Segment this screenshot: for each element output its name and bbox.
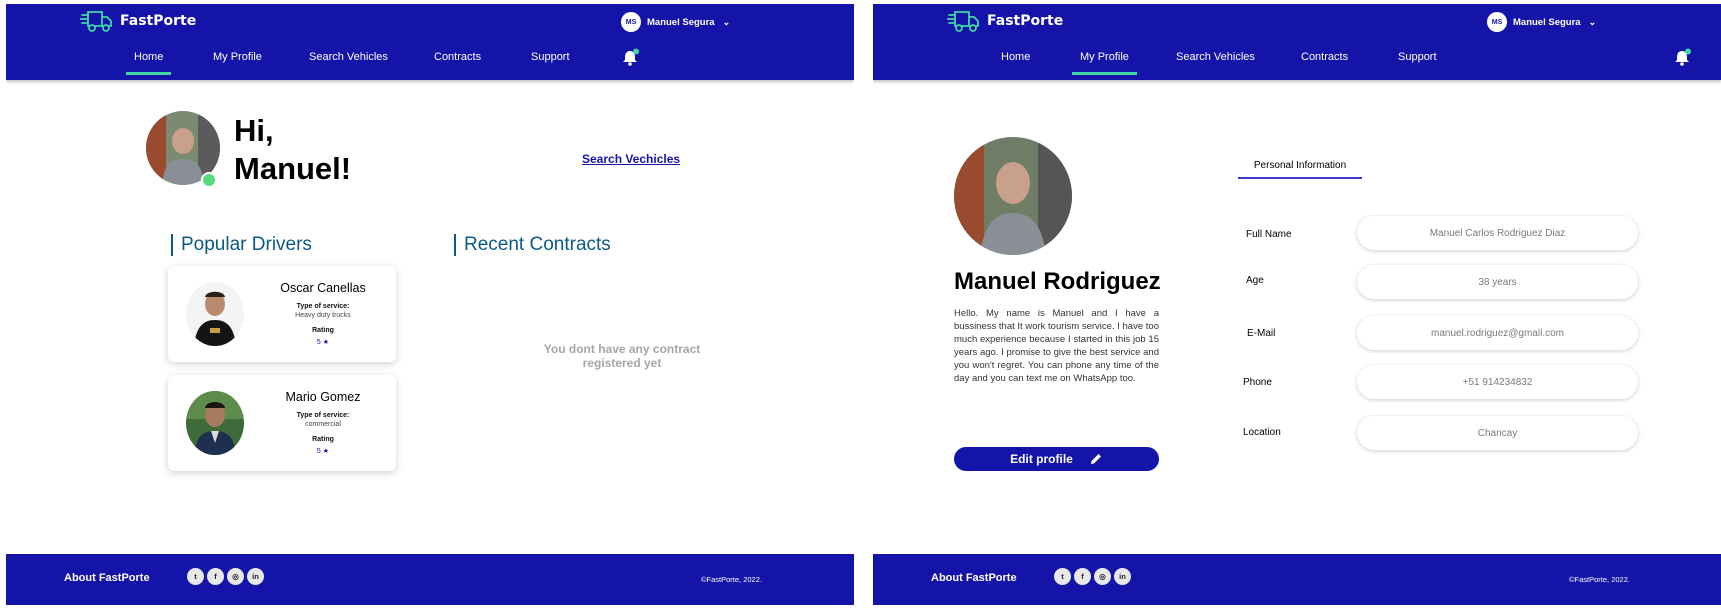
footer-about-link[interactable]: About FastPorte bbox=[931, 572, 1017, 584]
nav-home[interactable]: Home bbox=[125, 51, 172, 75]
user-menu[interactable]: MS Manuel Segura ⌄ bbox=[621, 12, 730, 32]
greeting-line-2: Manuel! bbox=[234, 151, 352, 186]
nav-contracts[interactable]: Contracts bbox=[1301, 51, 1348, 63]
user-name: Manuel Segura bbox=[1513, 16, 1581, 28]
chevron-down-icon: ⌄ bbox=[722, 16, 731, 27]
greeting-line-1: Hi, bbox=[234, 113, 274, 148]
driver-name: Oscar Canellas bbox=[280, 281, 366, 295]
service-label: Type of service: bbox=[296, 412, 350, 419]
search-vehicles-link[interactable]: Search Vechicles bbox=[582, 152, 680, 166]
twitter-icon[interactable]: t bbox=[1054, 568, 1071, 585]
facebook-icon[interactable]: f bbox=[207, 568, 224, 585]
brand-name: FastPorte bbox=[987, 13, 1064, 29]
tab-personal-information[interactable]: Personal Information bbox=[1238, 160, 1362, 179]
popular-drivers-title: Popular Drivers bbox=[171, 234, 312, 256]
footer-about-link[interactable]: About FastPorte bbox=[64, 572, 150, 584]
age-label: Age bbox=[1246, 275, 1264, 286]
phone-field[interactable]: +51 914234832 bbox=[1357, 365, 1638, 399]
social-links: t f ◎ in bbox=[187, 568, 264, 585]
nav-home[interactable]: Home bbox=[1001, 51, 1030, 63]
greeting: Hi, Manuel! bbox=[234, 112, 351, 188]
pencil-icon bbox=[1090, 454, 1101, 464]
linkedin-icon[interactable]: in bbox=[247, 568, 264, 585]
empty-message-line-2: registered yet bbox=[582, 356, 662, 370]
footer: About FastPorte t f ◎ in ©FastPorte, 202… bbox=[873, 554, 1721, 605]
copyright: ©FastPorte, 2022. bbox=[1569, 575, 1630, 584]
user-name: Manuel Segura bbox=[647, 16, 715, 28]
email-field[interactable]: manuel.rodriguez@gmail.com bbox=[1357, 316, 1638, 350]
social-links: t f ◎ in bbox=[1054, 568, 1131, 585]
copyright: ©FastPorte, 2022. bbox=[701, 575, 762, 584]
avatar: MS bbox=[621, 12, 641, 32]
rating-value: 5 ★ bbox=[263, 338, 383, 346]
linkedin-icon[interactable]: in bbox=[1114, 568, 1131, 585]
driver-card[interactable]: Mario Gomez Type of service: commercial … bbox=[168, 375, 396, 471]
user-menu[interactable]: MS Manuel Segura ⌄ bbox=[1487, 12, 1596, 32]
twitter-icon[interactable]: t bbox=[187, 568, 204, 585]
profile-bio: Hello. My name is Manuel and I have a bu… bbox=[954, 308, 1159, 384]
brand-logo[interactable]: FastPorte bbox=[947, 9, 1063, 33]
rating-number: 5 bbox=[316, 339, 321, 346]
rating-label: Rating bbox=[312, 327, 334, 334]
nav-support[interactable]: Support bbox=[1398, 51, 1437, 63]
service-label: Type of service: bbox=[296, 303, 350, 310]
nav-contracts[interactable]: Contracts bbox=[434, 51, 481, 63]
home-screen: FastPorte MS Manuel Segura ⌄ Home My Pro… bbox=[6, 4, 854, 605]
service-value: commercial bbox=[305, 421, 341, 428]
driver-name: Mario Gomez bbox=[285, 390, 361, 404]
profile-name: Manuel Rodriguez bbox=[954, 268, 1161, 295]
profile-photo bbox=[954, 137, 1072, 255]
rating-value: 5 ★ bbox=[263, 447, 383, 455]
phone-label: Phone bbox=[1243, 377, 1272, 388]
nav-support[interactable]: Support bbox=[531, 51, 570, 63]
star-icon: ★ bbox=[322, 339, 330, 346]
rating-number: 5 bbox=[316, 448, 321, 455]
footer: About FastPorte t f ◎ in ©FastPorte, 202… bbox=[6, 554, 854, 605]
service-value: Heavy duty trucks bbox=[295, 312, 351, 319]
profile-screen: FastPorte MS Manuel Segura ⌄ Home My Pro… bbox=[873, 4, 1721, 605]
bell-icon[interactable] bbox=[620, 48, 640, 68]
chevron-down-icon: ⌄ bbox=[1588, 16, 1597, 27]
brand-name: FastPorte bbox=[120, 13, 197, 29]
star-icon: ★ bbox=[322, 448, 330, 455]
nav-my-profile[interactable]: My Profile bbox=[1072, 51, 1137, 75]
driver-avatar bbox=[186, 282, 244, 346]
recent-contracts-title: Recent Contracts bbox=[454, 234, 611, 256]
driver-avatar bbox=[186, 391, 244, 455]
truck-icon bbox=[80, 11, 112, 32]
facebook-icon[interactable]: f bbox=[1074, 568, 1091, 585]
empty-contracts-message: You dont have any contract registered ye… bbox=[532, 342, 712, 370]
age-field[interactable]: 38 years bbox=[1357, 265, 1638, 299]
edit-profile-button[interactable]: Edit profile bbox=[954, 447, 1159, 471]
edit-profile-label: Edit profile bbox=[1010, 452, 1073, 466]
location-label: Location bbox=[1243, 427, 1281, 438]
driver-card[interactable]: Oscar Canellas Type of service: Heavy du… bbox=[168, 266, 396, 362]
instagram-icon[interactable]: ◎ bbox=[1094, 568, 1111, 585]
avatar: MS bbox=[1487, 12, 1507, 32]
nav-search-vehicles[interactable]: Search Vehicles bbox=[309, 51, 388, 63]
truck-icon bbox=[947, 11, 979, 32]
nav-search-vehicles[interactable]: Search Vehicles bbox=[1176, 51, 1255, 63]
online-status-dot bbox=[201, 172, 217, 188]
rating-label: Rating bbox=[312, 436, 334, 443]
instagram-icon[interactable]: ◎ bbox=[227, 568, 244, 585]
email-label: E-Mail bbox=[1247, 328, 1276, 339]
bell-icon[interactable] bbox=[1672, 48, 1692, 68]
full-name-field[interactable]: Manuel Carlos Rodriguez Diaz bbox=[1357, 216, 1638, 250]
brand-logo[interactable]: FastPorte bbox=[80, 9, 196, 33]
location-field[interactable]: Chancay bbox=[1357, 416, 1638, 450]
full-name-label: Full Name bbox=[1246, 229, 1292, 240]
empty-message-line-1: You dont have any contract bbox=[543, 342, 701, 356]
nav-my-profile[interactable]: My Profile bbox=[213, 51, 262, 63]
